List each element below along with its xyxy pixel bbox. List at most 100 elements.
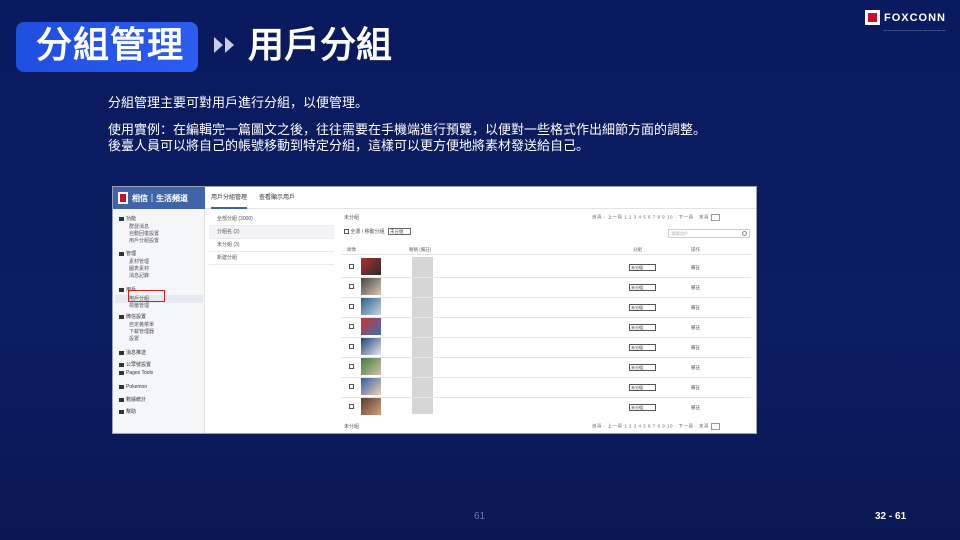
nav-icon [119,287,124,292]
nav-icon [119,409,124,414]
double-chevron-icon [214,37,234,53]
row-checkbox[interactable] [349,404,354,409]
nav-icon [119,216,124,221]
row-checkbox[interactable] [349,344,354,349]
search-icon [742,231,747,236]
row-remark-link[interactable]: 備註 [691,385,700,391]
avatar [361,298,381,315]
row-divider [341,297,751,298]
page-input[interactable] [711,423,721,430]
sidebar-item[interactable]: 標籤管理 [129,302,149,309]
brand-bar: 相信｜生活頻道 [113,187,205,209]
sidebar-item[interactable]: 自動回復設置 [129,230,159,237]
tab-group-manage[interactable]: 用戶分組管理 [211,192,248,209]
sidebar-item[interactable]: 素材管理 [129,258,149,265]
nav-extra[interactable]: 數據統計 [119,396,146,403]
nav-icon [119,350,124,355]
row-group-select[interactable]: 未分組 [629,364,656,371]
sidebar: 功能 群發消息 自動回復設置 用戶分組設置 管理 素材管理 圖表素材 消息記錄 … [113,209,205,433]
row-checkbox[interactable] [349,384,354,389]
sidebar-item[interactable]: 自定義菜單 [129,321,154,328]
avatar [361,358,381,375]
column-header: 暱稱 (備註) [409,247,432,252]
nav-extra[interactable]: Pages Tools [119,370,153,376]
nav-group-1: 功能 [119,215,136,222]
pagination-top[interactable]: 首頁 · 上一頁 1 2 3 4 5 6 7 8 9 10 · 下一頁 · 末頁 [592,214,721,221]
row-remark-link[interactable]: 備註 [691,325,700,331]
row-group-select[interactable]: 未分組 [629,284,656,291]
row-divider [341,397,751,398]
row-checkbox[interactable] [349,324,354,329]
page-range: 32 - 61 [875,511,907,522]
row-group-select[interactable]: 未分組 [629,304,656,311]
row-group-select[interactable]: 未分組 [629,344,656,351]
group-list: 全部分組 (3000) 分組名 (2) 未分組 (3) 新建分組 [209,209,334,433]
row-remark-link[interactable]: 備註 [691,365,700,371]
foxconn-mark-icon [865,10,880,25]
row-divider [341,377,751,378]
row-divider [341,357,751,358]
avatar [361,378,381,395]
row-group-select[interactable]: 未分組 [629,384,656,391]
row-group-select[interactable]: 未分組 [629,264,656,271]
column-header: 操作 [691,247,700,252]
sidebar-item[interactable]: 消息記錄 [129,272,149,279]
pagination-bottom[interactable]: 首頁 · 上一頁 1 2 3 4 5 6 7 8 9 10 · 下一頁 · 末頁 [592,423,721,430]
row-checkbox[interactable] [349,364,354,369]
row-divider [341,277,751,278]
page-title: 分組管理 [36,25,185,66]
page-subtitle: 用戶分組 [248,25,393,66]
brand-name: 相信｜生活頻道 [132,193,188,203]
move-group-select[interactable]: 未分組 [387,228,411,236]
row-checkbox[interactable] [349,264,354,269]
sidebar-item[interactable]: 設置 [129,335,139,342]
tab-view-users[interactable]: 查看顯示用戶 [259,192,295,201]
row-divider [341,337,751,338]
avatar [361,398,381,415]
row-remark-link[interactable]: 備註 [691,345,700,351]
group-row[interactable]: 未分組 (3) [209,239,334,252]
nickname-redaction [412,257,433,414]
page-input[interactable] [711,214,721,221]
top-nav: 相信｜生活頻道 用戶分組管理 查看顯示用戶 [113,187,756,209]
nav-icon [119,314,124,319]
nav-icon [119,362,124,367]
nav-icon [119,370,124,375]
nav-extra[interactable]: Pokemon [119,384,147,390]
nav-extra[interactable]: 消息推送 [119,349,146,356]
avatar [361,338,381,355]
row-checkbox[interactable] [349,304,354,309]
divider [341,254,751,255]
embedded-screenshot: 相信｜生活頻道 用戶分組管理 查看顯示用戶 功能 群發消息 自動回復設置 用戶分… [112,186,757,434]
nav-extra[interactable]: 公眾號設置 [119,361,151,368]
row-group-select[interactable]: 未分組 [629,324,656,331]
logo-text: FOXCONN [884,11,946,24]
group-row[interactable]: 全部分組 (3000) [209,213,334,226]
row-checkbox[interactable] [349,284,354,289]
page-number: 61 [474,511,486,522]
sidebar-item[interactable]: 下載管理器 [129,328,154,335]
row-remark-link[interactable]: 備註 [691,285,700,291]
search-input[interactable]: 搜索用戶 [668,229,750,238]
column-header: 分組 [633,247,642,252]
new-group-button[interactable]: 新建分組 [209,252,334,265]
row-remark-link[interactable]: 備註 [691,405,700,411]
sidebar-item[interactable]: 圖表素材 [129,265,149,272]
intro-line: 分組管理主要可對用戶進行分組，以便管理。 [108,95,369,110]
avatar [361,318,381,335]
row-remark-link[interactable]: 備註 [691,265,700,271]
row-remark-link[interactable]: 備註 [691,305,700,311]
nav-icon [119,251,124,256]
list-title: 未分組 [344,215,360,221]
nav-icon [119,384,124,389]
list-footer: 未分組 [344,424,360,430]
sidebar-item[interactable]: 用戶分組設置 [129,237,159,244]
foxconn-logo: FOXCONN [865,10,946,25]
select-all-checkbox[interactable] [344,229,349,235]
sidebar-item[interactable]: 群發消息 [129,223,149,230]
logo-tagline: —————————————— [883,27,946,32]
nav-extra[interactable]: 幫助 [119,408,136,415]
group-row[interactable]: 分組名 (2) [209,226,334,239]
row-group-select[interactable]: 未分組 [629,404,656,411]
avatar [361,258,381,275]
